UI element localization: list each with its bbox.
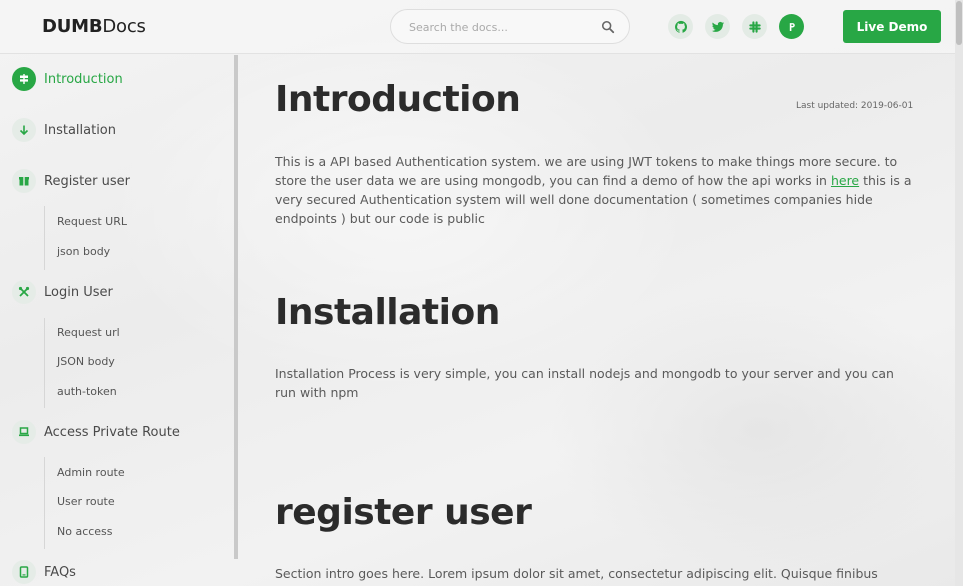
brand-logo-bold: DUMB [42,16,103,37]
access-private-route-subnav [44,457,45,549]
search-box [390,9,630,44]
sidebar-subitem-no-access[interactable]: No access [57,525,113,538]
sidebar-item-label: FAQs [44,564,76,580]
tools-icon [12,280,36,304]
laptop-icon [12,420,36,444]
github-icon[interactable] [668,14,693,39]
login-user-subnav [44,318,45,408]
sidebar-scrollbar[interactable] [234,55,238,559]
sidebar-item-label: Installation [44,122,117,138]
brand-logo-light: Docs [102,16,146,37]
sidebar-item-faqs[interactable]: FAQs [12,559,76,585]
sidebar-subitem-request-url[interactable]: Request url [57,326,120,339]
demo-link[interactable]: here [831,173,859,188]
sidebar-item-register-user[interactable]: Register user [12,168,130,194]
sidebar-subitem-json-body[interactable]: JSON body [57,355,115,368]
brand-logo[interactable]: DUMBDocs [42,16,146,37]
sidebar-item-label: Register user [44,173,131,189]
section-title-installation: Installation [275,292,500,333]
section-text-register-user: Section intro goes here. Lorem ipsum dol… [275,566,878,581]
section-text-introduction: This is a API based Authentication syste… [275,152,915,228]
last-updated: Last updated: 2019-06-01 [796,101,914,111]
search-icon[interactable] [601,20,615,34]
register-user-subnav [44,206,45,270]
sidebar-item-access-private-route[interactable]: Access Private Route [12,419,180,445]
scrollbar-thumb[interactable] [956,1,962,45]
product-hunt-icon[interactable] [779,14,804,39]
sidebar-item-label: Login User [44,284,113,300]
sidebar-subitem-request-url[interactable]: Request URL [57,215,127,228]
sidebar-item-label: Access Private Route [44,424,180,440]
section-text-installation: Installation Process is very simple, you… [275,366,894,400]
sidebar-item-label: Introduction [44,71,123,87]
tablet-icon [12,560,36,584]
sidebar-subitem-json-body[interactable]: json body [57,245,110,258]
section-title-register-user: register user [275,492,532,533]
page-scrollbar[interactable] [955,0,963,586]
signpost-icon [12,67,36,91]
sidebar-subitem-user-route[interactable]: User route [57,495,115,508]
sidebar-item-installation[interactable]: Installation [12,117,116,143]
sidebar-item-introduction[interactable]: Introduction [12,66,123,92]
sidebar-item-login-user[interactable]: Login User [12,279,113,305]
section-title-introduction: Introduction [275,79,521,120]
twitter-icon[interactable] [705,14,730,39]
box-icon [12,169,36,193]
slack-icon[interactable] [742,14,767,39]
sidebar-subitem-admin-route[interactable]: Admin route [57,466,125,479]
sidebar-subitem-auth-token[interactable]: auth-token [57,385,117,398]
search-input[interactable] [409,18,599,36]
intro-text-part1: This is a API based Authentication syste… [275,154,898,188]
top-header: DUMBDocs Live Demo [0,0,963,54]
live-demo-button[interactable]: Live Demo [843,10,941,43]
arrow-down-icon [12,118,36,142]
